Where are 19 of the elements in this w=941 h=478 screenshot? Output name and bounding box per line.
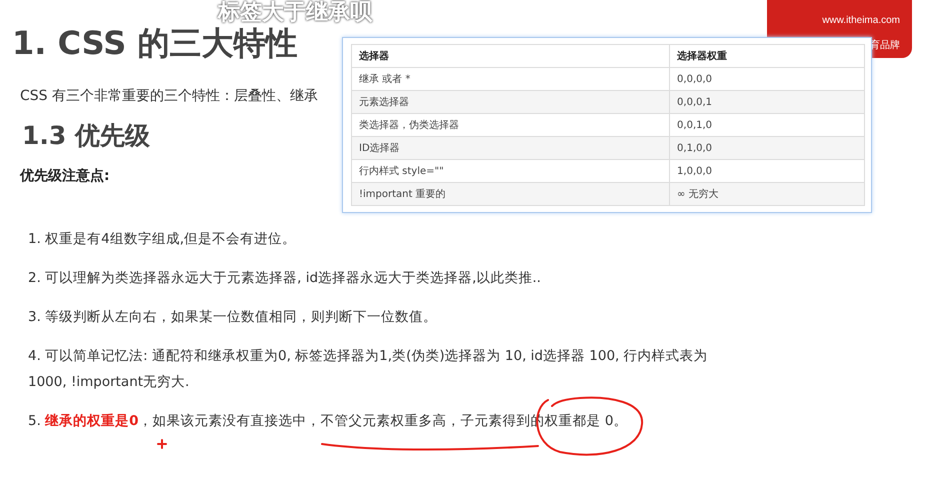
table-cell: ID选择器	[352, 136, 670, 160]
logo-url: www.itheima.com	[822, 15, 900, 26]
table-cell: !important 重要的	[352, 182, 670, 206]
table-cell: ∞ 无穷大	[670, 182, 864, 206]
table-cell: 元素选择器	[352, 90, 670, 114]
list-item: 1. 权重是有4组数字组成,但是不会有进位。	[28, 230, 296, 249]
list-item: 4. 可以简单记忆法: 通配符和继承权重为0, 标签选择器为1,类(伪类)选择器为 10, id选择器 100, 行内样式表为 1000, !important无穷大.	[28, 347, 709, 392]
table-cell: 0,0,0,1	[670, 90, 864, 114]
page-heading: 1. CSS 的三大特性	[12, 26, 298, 60]
list-item: 3. 等级判断从左向右，如果某一位数值相同，则判断下一位数值。	[28, 308, 438, 327]
plus-mark	[157, 439, 167, 449]
video-subtitle: 标签大于继承呗	[218, 0, 372, 26]
column-header: 选择器权重	[670, 44, 864, 68]
notes-heading: 优先级注意点:	[20, 166, 110, 186]
intro-paragraph: CSS 有三个非常重要的三个特性：层叠性、继承	[20, 87, 318, 106]
column-header: 选择器	[352, 44, 670, 68]
table-cell: 0,1,0,0	[670, 136, 864, 160]
list-item: 2. 可以理解为类选择器永远大于元素选择器, id选择器永远大于类选择器,以此类推..	[28, 269, 541, 288]
section-heading: 1.3 优先级	[22, 120, 150, 152]
